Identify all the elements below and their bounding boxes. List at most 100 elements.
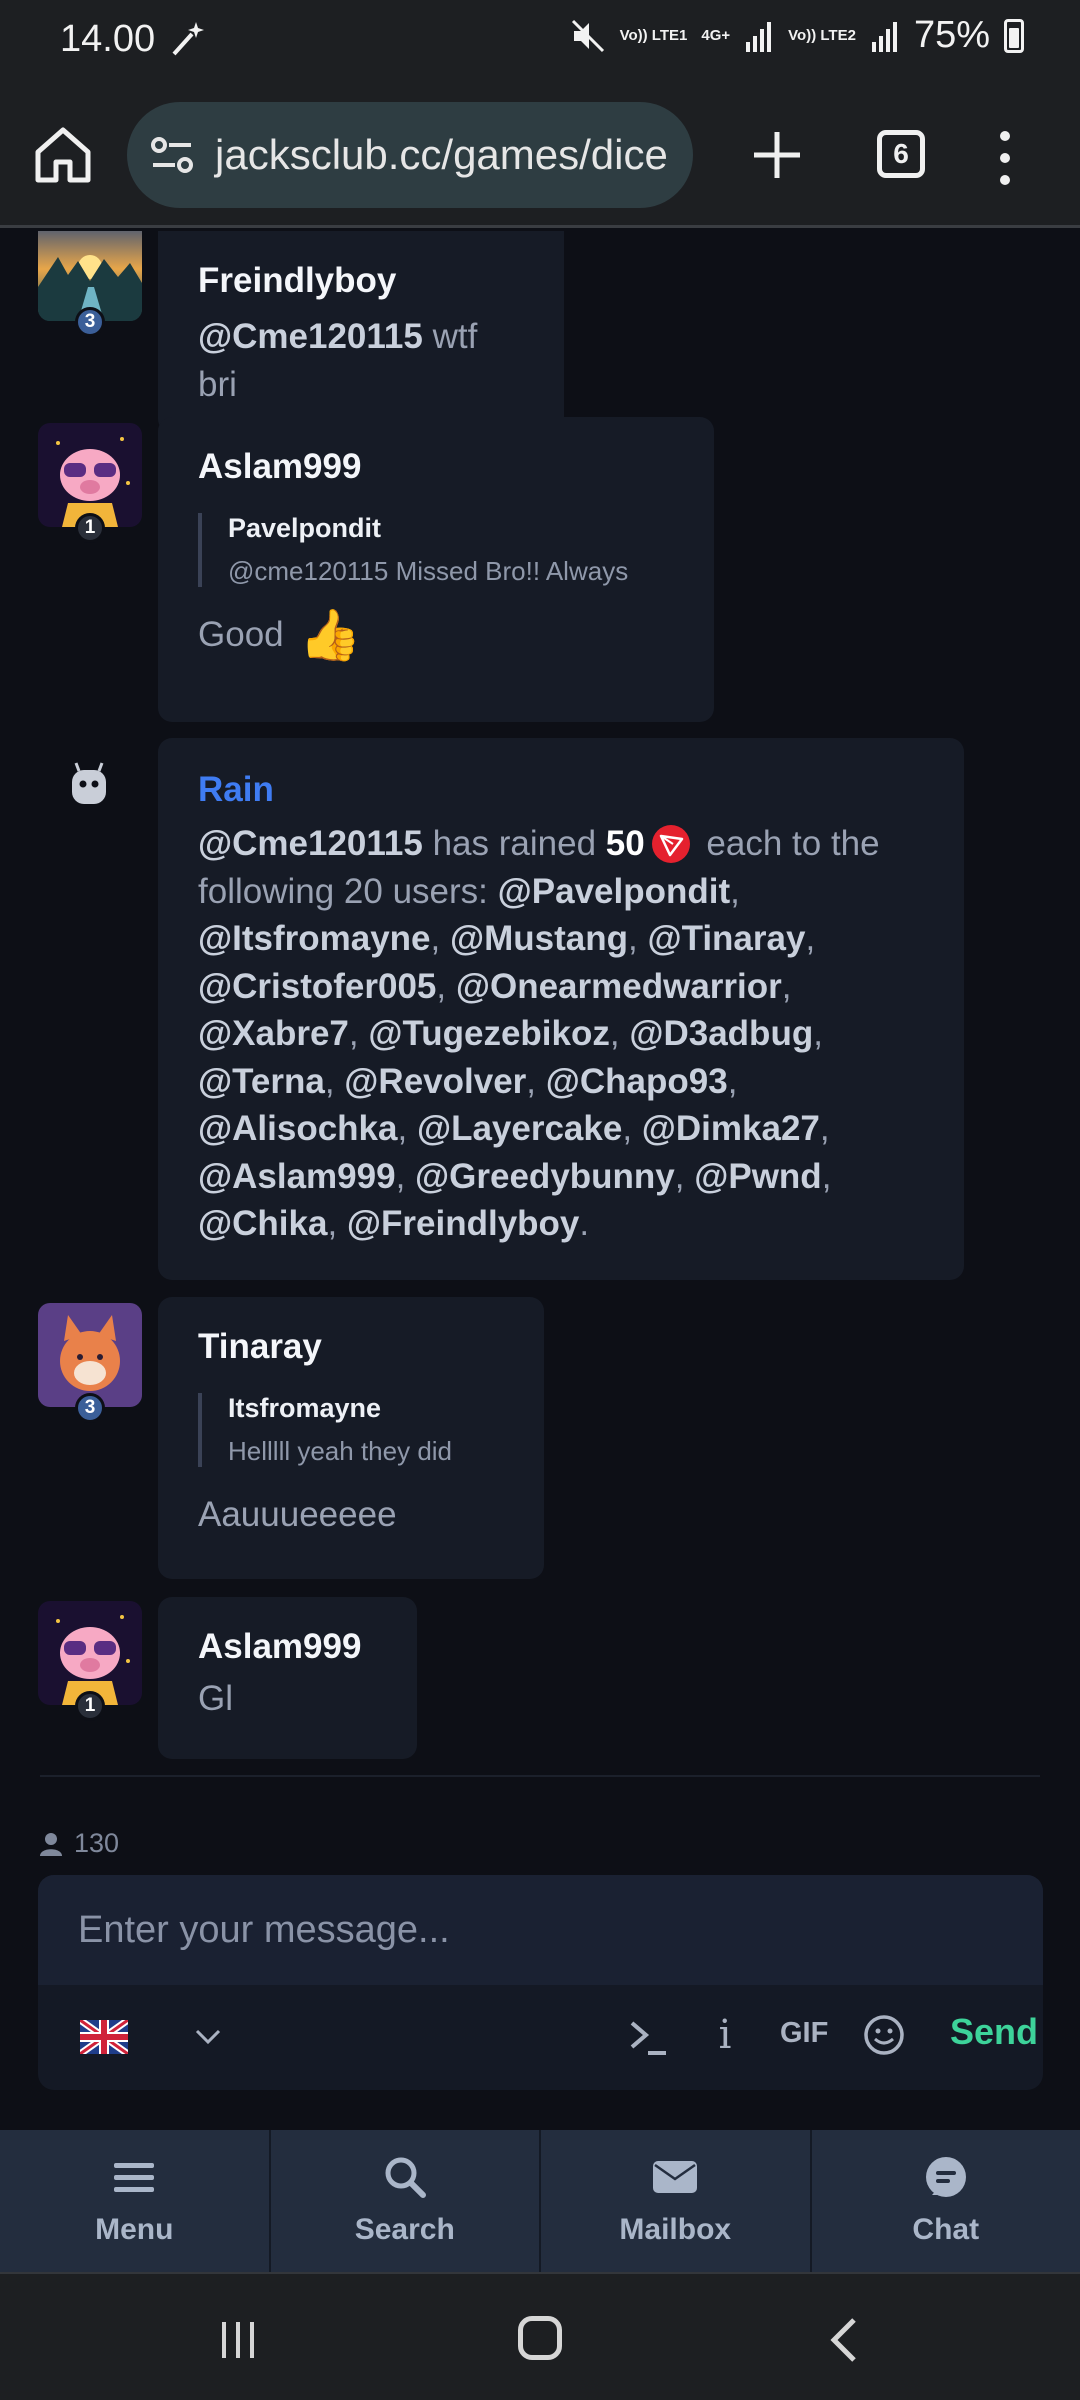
message-text: Gl [198, 1679, 233, 1718]
level-badge: 1 [75, 1691, 105, 1721]
message-username[interactable]: Tinaray [198, 1327, 504, 1367]
rain-user-mention[interactable]: @Chika [198, 1204, 327, 1243]
rain-user-mention[interactable]: @Xabre7 [198, 1014, 349, 1053]
avatar-image [38, 423, 142, 527]
battery-icon [1004, 18, 1024, 53]
site-settings-icon[interactable] [147, 130, 197, 180]
rain-user-mention[interactable]: @Chapo93 [546, 1062, 728, 1101]
rain-user-mention[interactable]: @Terna [198, 1062, 325, 1101]
message-bubble: Aslam999 Gl [158, 1597, 417, 1759]
battery-percent: 75% [913, 14, 990, 56]
divider [40, 1775, 1040, 1777]
message-input[interactable] [38, 1875, 1043, 1985]
nav-menu[interactable]: Menu [0, 2130, 271, 2272]
rain-user-mention[interactable]: @Onearmedwarrior [456, 967, 782, 1006]
message-text: Aauuueeeee [198, 1495, 397, 1534]
nav-mailbox[interactable]: Mailbox [541, 2130, 812, 2272]
message-username[interactable]: Freindlyboy [198, 261, 524, 301]
rain-user-mention[interactable]: @Revolver [344, 1062, 526, 1101]
menu-icon [114, 2163, 155, 2192]
mute-icon [571, 19, 604, 52]
nav-label: Menu [95, 2213, 174, 2246]
bottom-nav: Menu Search Mailbox Chat [0, 2130, 1080, 2272]
user-icon [40, 1832, 62, 1856]
quoted-username: Itsfromayne [228, 1393, 382, 1423]
rain-amount: 50 [605, 824, 645, 863]
level-badge: 3 [75, 307, 105, 337]
avatar[interactable]: 3 [38, 231, 142, 337]
message-text: Good 👍 [198, 607, 362, 663]
status-icons: Vo)) LTE1 4G+ Vo)) LTE2 75% [570, 14, 1024, 57]
url-text: jacksclub.cc/games/dice [215, 131, 668, 178]
rain-title: Rain [198, 770, 274, 809]
nav-search[interactable]: Search [271, 2130, 541, 2272]
chat-icon [925, 2157, 966, 2197]
home-icon[interactable] [30, 122, 96, 188]
signal-icon [746, 21, 772, 52]
mention[interactable]: @Cme120115 [198, 317, 423, 356]
tron-coin-icon [651, 825, 690, 863]
avatar-image [38, 1601, 142, 1705]
quoted-text: @cme120115 Missed Bro!! Always [228, 556, 629, 586]
gif-button[interactable]: GIF [780, 2017, 828, 2050]
uk-flag-icon[interactable] [80, 2020, 128, 2054]
rain-user-mention[interactable]: @Cristofer005 [198, 967, 436, 1006]
avatar[interactable]: 1 [38, 423, 142, 543]
command-icon[interactable] [628, 2015, 668, 2059]
chevron-down-icon[interactable] [193, 2025, 223, 2049]
tab-switcher-button[interactable]: 6 [877, 130, 925, 178]
quoted-reply[interactable]: Pavelpondit @cme120115 Missed Bro!! Alwa… [198, 513, 674, 587]
system-home-icon[interactable] [518, 2316, 562, 2360]
recents-icon[interactable] [218, 2318, 258, 2362]
status-time: 14.00 [60, 18, 156, 60]
message-bubble: Freindlyboy @Cme120115 wtf bri [158, 231, 564, 433]
message-username[interactable]: Aslam999 [198, 447, 674, 487]
avatar[interactable]: 3 [38, 1303, 142, 1423]
rain-user-mention[interactable]: @Itsfromayne [198, 919, 431, 958]
message-composer: i GIF Send [38, 1875, 1043, 2090]
quoted-reply[interactable]: Itsfromayne Helllll yeah they did [198, 1393, 504, 1467]
nav-label: Mailbox [619, 2213, 732, 2246]
more-options-icon[interactable] [990, 126, 1020, 190]
level-badge: 1 [75, 513, 105, 543]
network-type: 4G+ [701, 26, 731, 44]
robot-icon [72, 762, 106, 804]
signal-icon [871, 21, 897, 52]
rain-user-mention[interactable]: @D3adbug [629, 1014, 813, 1053]
rain-user-mention[interactable]: @Alisochka [198, 1109, 397, 1148]
mail-icon [653, 2161, 698, 2193]
system-nav-bar [0, 2272, 1080, 2400]
rain-user-mention[interactable]: @Greedybunny [415, 1157, 675, 1196]
rain-text: @Cme120115 has rained 50 each to the fol… [198, 824, 880, 1243]
chat-feed[interactable]: 3 Freindlyboy @Cme120115 wtf bri 1 Aslam… [0, 231, 1080, 1777]
nav-label: Chat [912, 2213, 980, 2246]
address-bar[interactable]: jacksclub.cc/games/dice [127, 102, 693, 208]
new-tab-icon[interactable] [746, 124, 808, 186]
avatar-image [38, 1303, 142, 1407]
emoji-icon[interactable] [862, 2013, 906, 2057]
rain-user-mention[interactable]: @Pwnd [694, 1157, 821, 1196]
nav-chat[interactable]: Chat [812, 2130, 1080, 2272]
mention[interactable]: @Cme120115 [198, 824, 423, 863]
rain-user-mention[interactable]: @Mustang [450, 919, 628, 958]
status-bar: 14.00 Vo)) LTE1 4G+ Vo)) LTE2 75% [0, 0, 1080, 84]
level-badge: 3 [75, 1393, 105, 1423]
avatar[interactable]: 1 [38, 1601, 142, 1721]
message-bubble: Rain @Cme120115 has rained 50 each to th… [158, 738, 964, 1280]
rain-user-mention[interactable]: @Tinaray [647, 919, 805, 958]
rain-user-mention[interactable]: @Freindlyboy [347, 1204, 580, 1243]
browser-toolbar: jacksclub.cc/games/dice 6 [0, 84, 1080, 228]
message-username[interactable]: Aslam999 [198, 1627, 377, 1667]
rain-user-mention[interactable]: @Layercake [417, 1109, 622, 1148]
online-count-value: 130 [74, 1828, 120, 1858]
rain-user-mention[interactable]: @Dimka27 [642, 1109, 820, 1148]
back-icon[interactable] [826, 2316, 860, 2364]
nav-label: Search [354, 2213, 455, 2246]
search-icon [385, 2157, 426, 2198]
rain-user-mention[interactable]: @Tugezebikoz [368, 1014, 610, 1053]
send-button[interactable]: Send [950, 2011, 1038, 2053]
rain-user-mention[interactable]: @Aslam999 [198, 1157, 396, 1196]
info-icon[interactable]: i [710, 2011, 740, 2059]
message-text: @Cme120115 wtf bri [198, 317, 478, 404]
rain-user-mention[interactable]: @Pavelpondit [498, 872, 731, 911]
